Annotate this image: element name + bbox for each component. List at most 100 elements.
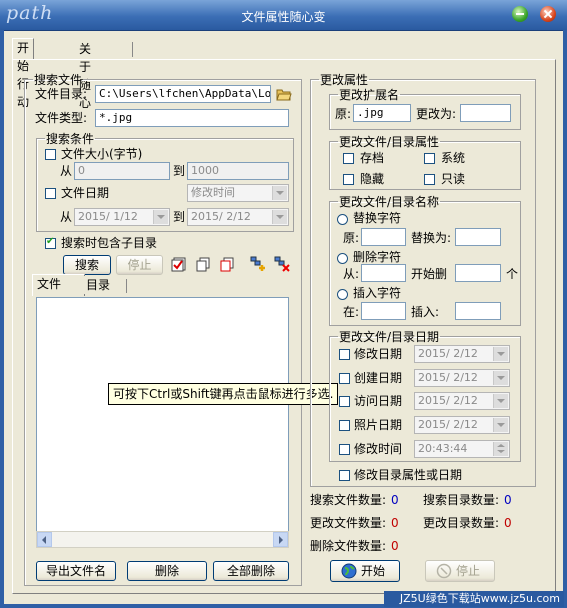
modified-date-value: 2015/ 2/12 bbox=[418, 347, 478, 360]
search-dirs-count: 0 bbox=[504, 493, 512, 507]
hidden-label: 隐藏 bbox=[360, 172, 385, 186]
search-files-count: 0 bbox=[391, 493, 399, 507]
photo-date-checkbox[interactable] bbox=[339, 420, 350, 431]
subdir-label: 搜索时包含子目录 bbox=[61, 236, 158, 250]
changed-files-count-label: 更改文件数量: bbox=[310, 516, 387, 530]
insert-text-input[interactable] bbox=[455, 302, 501, 320]
photo-date-picker[interactable]: 2015/ 2/12 bbox=[414, 416, 510, 434]
dir-label: 文件目录: bbox=[35, 87, 88, 101]
delete-from-input[interactable] bbox=[361, 264, 406, 282]
modified-time-label: 修改时间 bbox=[354, 442, 403, 456]
invert-select-icon[interactable] bbox=[219, 256, 235, 272]
ext-new-input[interactable] bbox=[460, 104, 511, 122]
delete-all-button[interactable]: 全部删除 bbox=[213, 561, 289, 581]
add-list-icon[interactable] bbox=[250, 256, 266, 272]
hidden-checkbox[interactable] bbox=[343, 174, 354, 185]
size-from-input[interactable]: 0 bbox=[74, 162, 170, 180]
size-checkbox[interactable] bbox=[45, 149, 56, 160]
created-date-picker[interactable]: 2015/ 2/12 bbox=[414, 369, 510, 387]
stop-icon bbox=[436, 563, 452, 579]
delete-count-input[interactable] bbox=[455, 264, 501, 282]
date-checkbox[interactable] bbox=[45, 188, 56, 199]
accessed-date-picker[interactable]: 2015/ 2/12 bbox=[414, 392, 510, 410]
ext-orig-input[interactable]: .jpg bbox=[353, 104, 411, 122]
changed-files-count: 0 bbox=[391, 516, 399, 530]
date-to-picker[interactable]: 2015/ 2/12 bbox=[187, 208, 289, 226]
name-group-title: 更改文件/目录名称 bbox=[339, 195, 440, 209]
stop-label: 停止 bbox=[456, 564, 481, 578]
modified-time-picker[interactable]: 20:43:44 bbox=[414, 440, 510, 458]
replace-with-input[interactable] bbox=[455, 228, 501, 246]
subdir-checkbox[interactable] bbox=[45, 236, 56, 249]
date-from-picker[interactable]: 2015/ 1/12 bbox=[74, 208, 170, 226]
size-from-label: 从 bbox=[60, 164, 73, 178]
select-all-icon[interactable] bbox=[171, 256, 187, 272]
readonly-label: 只读 bbox=[441, 172, 466, 186]
tab-about[interactable]: 关于随心 bbox=[75, 40, 96, 110]
tab-start[interactable]: 开始行动 bbox=[12, 38, 35, 109]
chevron-down-icon bbox=[493, 418, 508, 432]
file-list[interactable] bbox=[36, 297, 289, 547]
insert-radio[interactable] bbox=[337, 289, 348, 300]
close-icon[interactable] bbox=[540, 6, 556, 22]
dir-attr-checkbox[interactable] bbox=[339, 470, 350, 481]
copy-icon[interactable] bbox=[195, 256, 211, 272]
search-button[interactable]: 搜索 bbox=[63, 255, 111, 275]
scroll-left-icon[interactable] bbox=[37, 532, 52, 547]
modified-date-checkbox[interactable] bbox=[339, 349, 350, 360]
changed-dirs-count: 0 bbox=[504, 516, 512, 530]
dir-input[interactable]: C:\Users\lfchen\AppData\Local bbox=[95, 85, 271, 103]
window-border-right bbox=[563, 30, 567, 608]
tooltip: 可按下Ctrl或Shift键再点击鼠标进行多选. bbox=[108, 383, 339, 405]
delete-button[interactable]: 删除 bbox=[127, 561, 207, 581]
minimize-icon[interactable] bbox=[512, 6, 528, 22]
accessed-date-checkbox[interactable] bbox=[339, 396, 350, 407]
delete-from-label: 从: bbox=[343, 267, 360, 281]
delete-unit-label: 个 bbox=[506, 267, 519, 281]
scroll-right-icon[interactable] bbox=[273, 532, 288, 547]
tab-separator bbox=[132, 42, 133, 57]
date-label: 文件日期 bbox=[61, 186, 110, 200]
insert-at-input[interactable] bbox=[361, 302, 406, 320]
delete-radio[interactable] bbox=[337, 253, 348, 264]
ext-orig-label: 原: bbox=[335, 107, 352, 121]
stop-button[interactable]: 停止 bbox=[425, 560, 495, 582]
insert-at-label: 在: bbox=[343, 305, 360, 319]
modified-time-checkbox[interactable] bbox=[339, 444, 350, 455]
type-label: 文件类型: bbox=[35, 111, 88, 125]
replace-orig-input[interactable] bbox=[361, 228, 406, 246]
replace-with-label: 替换为: bbox=[411, 231, 452, 245]
archive-checkbox[interactable] bbox=[343, 153, 354, 164]
file-list-scrollbar[interactable] bbox=[36, 531, 289, 548]
insert-text-label: 插入: bbox=[411, 305, 440, 319]
list-tab-files[interactable]: 文件 bbox=[32, 274, 85, 296]
globe-icon bbox=[341, 563, 357, 579]
remove-list-icon[interactable] bbox=[274, 256, 290, 272]
dir-attr-label: 修改目录属性或日期 bbox=[354, 468, 463, 482]
search-files-count-label: 搜索文件数量: bbox=[310, 493, 387, 507]
list-tab-dirs[interactable]: 目录 bbox=[82, 276, 115, 294]
start-button[interactable]: 开始 bbox=[330, 560, 400, 582]
spinner-icon[interactable] bbox=[493, 442, 508, 456]
readonly-checkbox[interactable] bbox=[424, 174, 435, 185]
date-mode-select[interactable]: 修改时间 bbox=[187, 184, 289, 202]
export-filenames-button[interactable]: 导出文件名 bbox=[36, 561, 116, 581]
list-tab-separator bbox=[126, 279, 127, 293]
date-mode-value: 修改时间 bbox=[191, 186, 235, 199]
size-to-input[interactable]: 1000 bbox=[187, 162, 289, 180]
search-dirs-count-label: 搜索目录数量: bbox=[423, 493, 500, 507]
modified-date-picker[interactable]: 2015/ 2/12 bbox=[414, 345, 510, 363]
delete-label: 删除字符 bbox=[353, 250, 402, 264]
deleted-files-count-label: 删除文件数量: bbox=[310, 539, 387, 553]
chevron-down-icon bbox=[493, 371, 508, 385]
system-checkbox[interactable] bbox=[424, 153, 435, 164]
photo-date-value: 2015/ 2/12 bbox=[418, 418, 478, 431]
date-group-title: 更改文件/目录日期 bbox=[339, 330, 440, 344]
replace-radio[interactable] bbox=[337, 214, 348, 225]
chevron-down-icon bbox=[272, 210, 287, 224]
type-input[interactable]: *.jpg bbox=[95, 109, 289, 127]
app-window: path 文件属性随心变 开始行动 关于随心 搜索文件 文件目录: C:\Use… bbox=[0, 0, 567, 608]
open-folder-icon[interactable] bbox=[276, 86, 292, 102]
created-date-checkbox[interactable] bbox=[339, 373, 350, 384]
stop-search-button[interactable]: 停止 bbox=[116, 255, 163, 275]
